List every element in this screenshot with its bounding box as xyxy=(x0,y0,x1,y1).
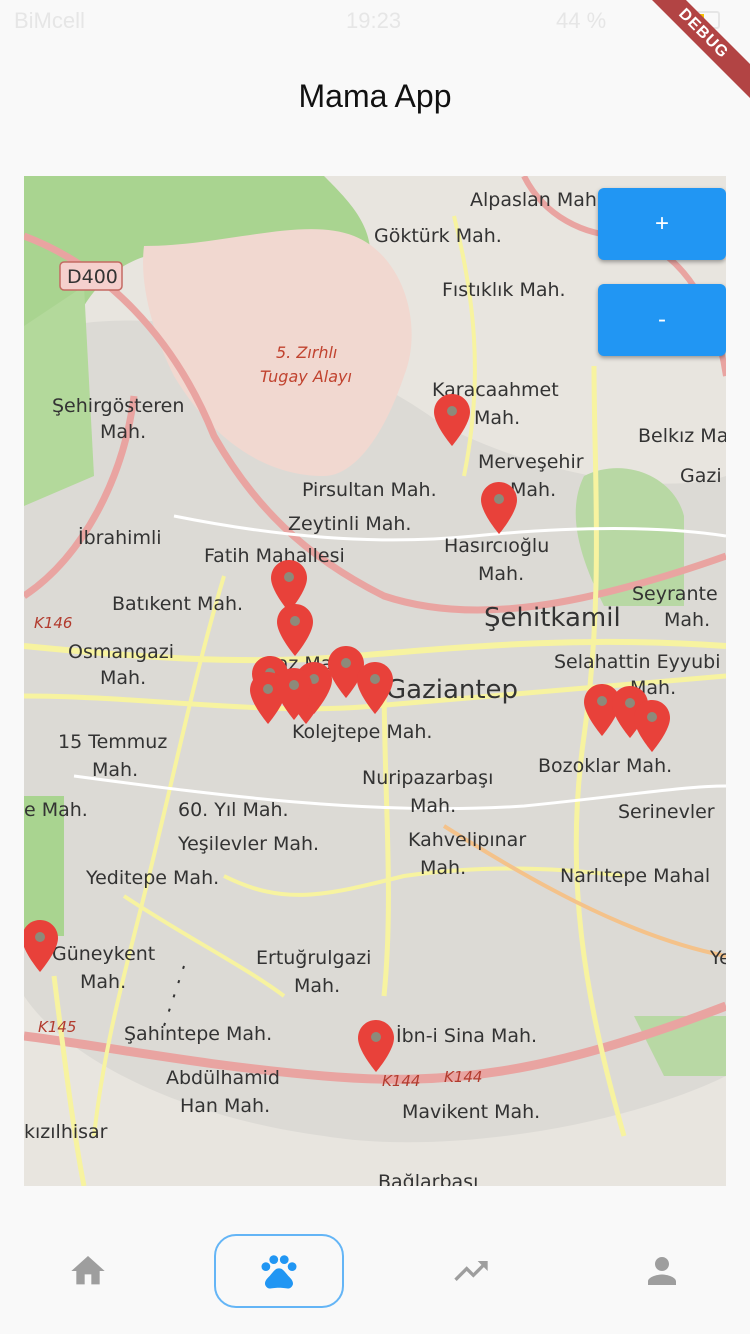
status-time: 19:23 xyxy=(346,8,402,33)
map-label-zirhli-1: 5. Zırhlı xyxy=(276,343,337,362)
map-label-pirsultan: Pirsultan Mah. xyxy=(302,479,437,501)
map-label-sehirgosteren-2: Mah. xyxy=(100,421,146,443)
map-label-baglarbasi: Bağlarbaşı xyxy=(378,1171,478,1186)
map-label-hasircioglu-2: Mah. xyxy=(478,563,524,585)
map-label-guneykent-2: Mah. xyxy=(80,971,126,993)
map-label-narlitepe: Narlıtepe Mahal xyxy=(560,865,710,887)
map-label-nuripazarbasi-2: Mah. xyxy=(410,795,456,817)
home-icon xyxy=(71,1256,105,1285)
map-label-zirhli-2: Tugay Alayı xyxy=(260,367,352,386)
map-label-k145: K145 xyxy=(38,1018,76,1036)
battery-percent: 44 % xyxy=(556,8,607,33)
map-label-kolejtepe: Kolejtepe Mah. xyxy=(292,721,432,743)
map-label-k146: K146 xyxy=(34,614,72,632)
status-bar: BiMcell 19:23 44 % xyxy=(0,0,750,42)
map-label-k144b: K144 xyxy=(444,1068,482,1086)
map-label-mavikent: Mavikent Mah. xyxy=(402,1101,540,1123)
map-label-d400: D400 xyxy=(67,266,118,288)
zoom-in-button[interactable]: + xyxy=(598,188,726,260)
map-label-kahvelipinar-1: Kahvelipınar xyxy=(408,829,526,851)
map-label-fistiklik: Fıstıklık Mah. xyxy=(442,279,566,301)
nav-profile[interactable] xyxy=(597,1234,727,1308)
map-label-abdulhamid-2: Han Mah. xyxy=(180,1095,270,1117)
paw-icon xyxy=(261,1255,297,1289)
map-label-karacaahmet-2: Mah. xyxy=(474,407,520,429)
map-label-sahintepe: Şahintepe Mah. xyxy=(124,1023,272,1045)
map-label-osmangazi-1: Osmangazi xyxy=(68,641,174,663)
map-label-gaziantep: Gaziantep xyxy=(386,675,518,705)
map-label-gokturk: Göktürk Mah. xyxy=(374,225,502,247)
map-label-sehitkamil: Şehitkamil xyxy=(484,603,621,633)
map-view[interactable]: Alpaslan Mah. Göktürk Mah. D400 Fıstıklı… xyxy=(24,176,726,1186)
page-title: Mama App xyxy=(298,78,452,114)
map-label-gazi: Gazi xyxy=(680,465,722,487)
map-label-alpaslan: Alpaslan Mah. xyxy=(470,189,603,211)
bottom-navigation xyxy=(0,1186,750,1334)
map-label-yeditepe: Yeditepe Mah. xyxy=(85,867,219,889)
map-label-sehirgosteren-1: Şehirgösteren xyxy=(52,395,184,417)
map-label-bozoklar: Bozoklar Mah. xyxy=(538,755,672,777)
map-label-hasircioglu-1: Hasırcıoğlu xyxy=(444,535,549,557)
nav-home[interactable] xyxy=(23,1234,153,1308)
map-label-zeytinli: Zeytinli Mah. xyxy=(288,513,411,535)
map-label-temmuz-1: 15 Temmuz xyxy=(58,731,167,753)
map-label-ertugrulgazi-2: Mah. xyxy=(294,975,340,997)
map-label-abdulhamid-1: Abdülhamid xyxy=(166,1067,280,1089)
map-label-batikent: Batıkent Mah. xyxy=(112,593,243,615)
map-label-yil60: 60. Yıl Mah. xyxy=(178,799,289,821)
map-label-kahvelipinar-2: Mah. xyxy=(420,857,466,879)
map-label-ertugrulgazi-1: Ertuğrulgazi xyxy=(256,947,371,969)
map-label-selahattin-1: Selahattin Eyyubi xyxy=(554,651,721,673)
map-label-seyrantepe-1: Seyrante xyxy=(632,583,718,605)
map-label-osmangazi-2: Mah. xyxy=(100,667,146,689)
map-label-belkiz: Belkız Ma xyxy=(638,425,726,447)
map-label-ibrahimli: İbrahimli xyxy=(78,526,162,549)
carrier-label: BiMcell xyxy=(14,8,85,33)
trending-icon xyxy=(454,1261,488,1281)
map-label-ibnisina: İbn-i Sina Mah. xyxy=(396,1024,537,1047)
map-label-kizilhisar: kızılhisar xyxy=(24,1121,108,1143)
map-label-fatih: Fatih Mahallesi xyxy=(204,545,345,567)
map-label-nuripazarbasi-1: Nuripazarbaşı xyxy=(362,767,493,789)
map-label-mervesehir-2: Mah. xyxy=(510,479,556,501)
map-label-mervesehir-1: Merveşehir xyxy=(478,451,584,473)
person-icon xyxy=(648,1257,676,1285)
map-label-temmuz-2: Mah. xyxy=(92,759,138,781)
nav-pets[interactable] xyxy=(214,1234,344,1308)
map-label-ye: Ye xyxy=(709,947,726,969)
map-label-k144a: K144 xyxy=(382,1072,420,1090)
map-label-yesilevler: Yeşilevler Mah. xyxy=(177,833,319,855)
map-label-seyrantepe-2: Mah. xyxy=(664,609,710,631)
map-label-e-mah: e Mah. xyxy=(24,799,88,821)
map-label-serinevler: Serinevler xyxy=(618,801,715,823)
zoom-out-button[interactable]: - xyxy=(598,284,726,356)
nav-stats[interactable] xyxy=(406,1234,536,1308)
map-label-guneykent-1: Güneykent xyxy=(52,943,155,965)
